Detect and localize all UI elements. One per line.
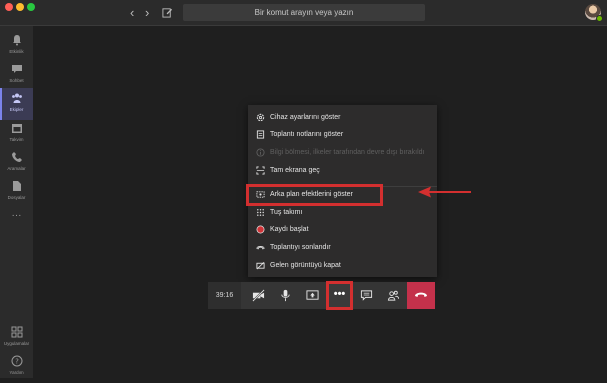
sidebar-item-label: Takvim bbox=[9, 137, 24, 142]
keypad-icon bbox=[257, 209, 264, 216]
apps-icon bbox=[11, 326, 22, 338]
mic-toggle-button[interactable] bbox=[272, 282, 299, 309]
more-options-icon: ••• bbox=[333, 288, 346, 300]
maximize-window-button[interactable] bbox=[27, 3, 35, 11]
sidebar-item-label: Yardım bbox=[9, 370, 24, 375]
sidebar-item-teams[interactable]: Ekipler bbox=[0, 88, 33, 120]
camera-off-icon bbox=[252, 289, 265, 302]
share-screen-button[interactable] bbox=[299, 282, 326, 309]
participants-icon bbox=[387, 290, 400, 301]
menu-item-keypad[interactable]: Tuş takımı bbox=[248, 204, 437, 221]
sidebar-item-help[interactable]: ? Yardım bbox=[0, 351, 33, 383]
teams-icon bbox=[11, 93, 22, 103]
mic-icon bbox=[281, 289, 290, 302]
show-participants-button[interactable] bbox=[380, 282, 407, 309]
end-meeting-icon bbox=[256, 245, 265, 250]
back-arrow-icon[interactable]: ‹ bbox=[130, 6, 134, 20]
record-icon bbox=[256, 225, 265, 234]
sidebar-item-label: Uygulamalar bbox=[3, 341, 30, 346]
menu-item-label: Toplantı notlarını göster bbox=[270, 131, 344, 138]
chat-icon bbox=[11, 65, 22, 73]
camera-toggle-button[interactable] bbox=[245, 282, 272, 309]
notes-icon bbox=[256, 130, 265, 139]
video-off-icon bbox=[256, 262, 265, 270]
menu-item-label: Toplantıyı sonlandır bbox=[270, 244, 331, 251]
sidebar-item-activity[interactable]: Etkinlik bbox=[0, 30, 33, 62]
menu-item-label: Kaydı başlat bbox=[270, 226, 309, 233]
menu-item-device-settings[interactable]: Cihaz ayarlarını göster bbox=[248, 109, 437, 126]
show-conversation-button[interactable] bbox=[353, 282, 380, 309]
fullscreen-icon bbox=[256, 166, 265, 175]
sidebar-item-calendar[interactable]: Takvim bbox=[0, 118, 33, 150]
forward-arrow-icon[interactable]: › bbox=[145, 6, 149, 20]
share-screen-icon bbox=[306, 290, 319, 300]
sidebar-item-label: Aramalar bbox=[7, 166, 26, 171]
menu-item-start-recording[interactable]: Kaydı başlat bbox=[248, 221, 437, 238]
menu-item-label: Tuş takımı bbox=[270, 209, 303, 216]
presence-status-icon bbox=[596, 15, 603, 22]
sidebar-item-chat[interactable]: Sohbet bbox=[0, 59, 33, 91]
highlight-box bbox=[246, 184, 383, 206]
compose-icon[interactable] bbox=[162, 7, 173, 18]
info-icon bbox=[256, 148, 265, 157]
sidebar-item-calls[interactable]: Aramalar bbox=[0, 147, 33, 179]
file-icon bbox=[12, 181, 21, 191]
more-apps-icon[interactable]: ··· bbox=[0, 210, 33, 221]
menu-item-label: Cihaz ayarlarını göster bbox=[270, 114, 341, 121]
menu-item-fullscreen[interactable]: Tam ekrana geç bbox=[248, 162, 437, 179]
sidebar-item-label: Etkinlik bbox=[9, 49, 24, 54]
close-window-button[interactable] bbox=[5, 3, 13, 11]
help-icon: ? bbox=[11, 355, 22, 367]
phone-icon bbox=[11, 152, 22, 162]
meeting-toolbar: 39:16 bbox=[208, 282, 435, 309]
search-input[interactable]: Bir komut arayın veya yazın bbox=[183, 4, 425, 21]
title-bar: ‹ › Bir komut arayın veya yazın bbox=[0, 0, 607, 26]
svg-text:?: ? bbox=[15, 358, 19, 366]
menu-item-label: Gelen görüntüyü kapat bbox=[270, 262, 341, 269]
hangup-button[interactable] bbox=[407, 282, 435, 309]
meeting-timer: 39:16 bbox=[208, 282, 241, 309]
sidebar-item-label: Dosyalar bbox=[7, 195, 26, 200]
menu-item-label: Bilgi bölmesi, ilkeler tarafından devre … bbox=[270, 149, 425, 156]
menu-item-turn-off-incoming-video[interactable]: Gelen görüntüyü kapat bbox=[248, 257, 437, 274]
more-options-button[interactable]: ••• bbox=[326, 281, 353, 310]
menu-item-info-pane: Bilgi bölmesi, ilkeler tarafından devre … bbox=[248, 144, 437, 161]
calendar-icon bbox=[11, 124, 22, 133]
menu-item-end-meeting[interactable]: Toplantıyı sonlandır bbox=[248, 239, 437, 256]
search-placeholder: Bir komut arayın veya yazın bbox=[254, 8, 354, 17]
sidebar-item-label: Ekipler bbox=[9, 107, 24, 112]
menu-item-label: Tam ekrana geç bbox=[270, 167, 320, 174]
hangup-icon bbox=[415, 292, 427, 297]
menu-item-meeting-notes[interactable]: Toplantı notlarını göster bbox=[248, 126, 437, 143]
pointer-arrow-icon bbox=[418, 186, 471, 198]
sidebar-item-apps[interactable]: Uygulamalar bbox=[0, 322, 33, 354]
chat-icon bbox=[360, 290, 373, 301]
sidebar: Etkinlik Sohbet Ekipler Takvim Aramalar bbox=[0, 26, 33, 378]
sidebar-item-files[interactable]: Dosyalar bbox=[0, 176, 33, 208]
bell-icon bbox=[12, 35, 21, 46]
sidebar-item-label: Sohbet bbox=[9, 78, 24, 83]
minimize-window-button[interactable] bbox=[16, 3, 24, 11]
gear-icon bbox=[256, 113, 265, 122]
